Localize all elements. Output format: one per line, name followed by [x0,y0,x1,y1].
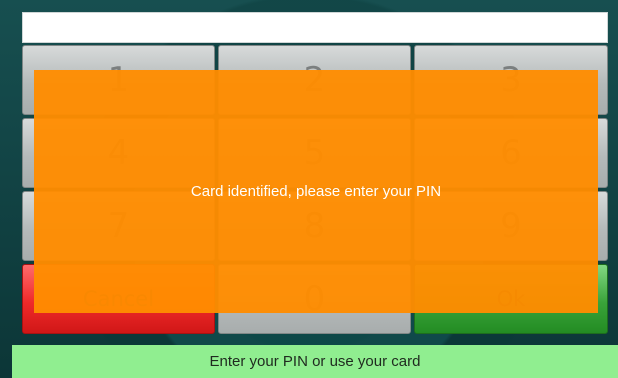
pin-display-field[interactable] [22,12,608,43]
card-identified-overlay: Card identified, please enter your PIN [34,70,598,313]
status-message: Enter your PIN or use your card [209,353,421,370]
overlay-message: Card identified, please enter your PIN [190,183,442,200]
status-bar: Enter your PIN or use your card [12,345,618,378]
